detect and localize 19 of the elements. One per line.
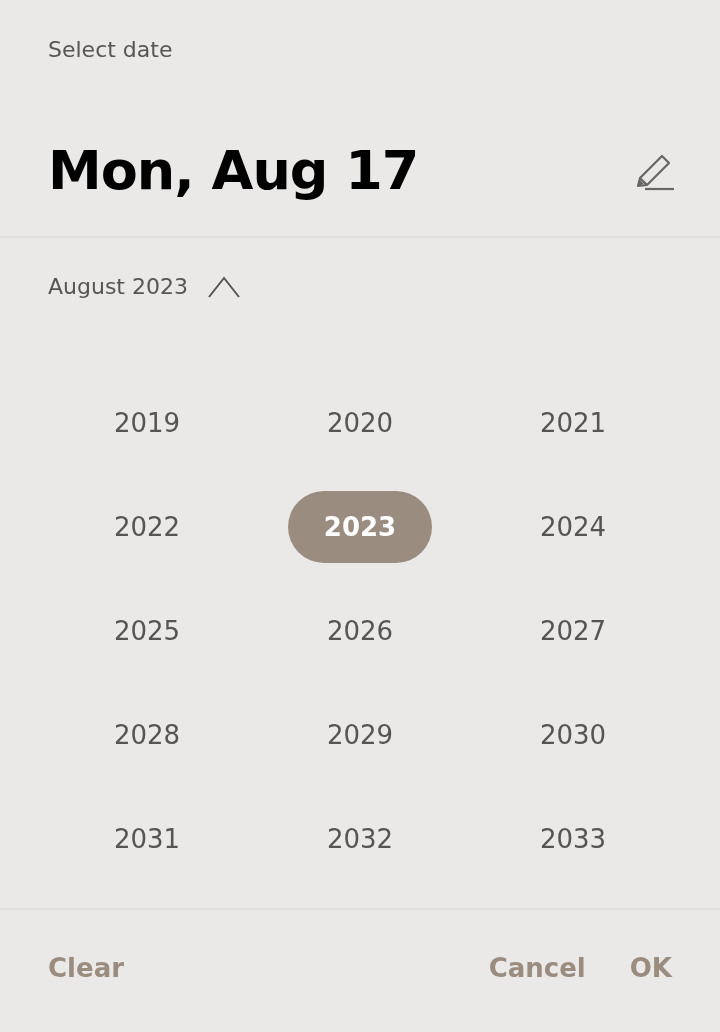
year-option[interactable]: 2032: [288, 803, 432, 875]
year-option[interactable]: 2021: [501, 387, 645, 459]
year-option[interactable]: 2028: [75, 699, 219, 771]
selected-date: Mon, Aug 17: [48, 138, 419, 204]
year-option[interactable]: 2020: [288, 387, 432, 459]
year-option[interactable]: 2023: [288, 491, 432, 563]
year-option[interactable]: 2031: [75, 803, 219, 875]
year-option[interactable]: 2033: [501, 803, 645, 875]
year-option[interactable]: 2026: [288, 595, 432, 667]
dialog-label: Select date: [48, 36, 174, 64]
year-option[interactable]: 2029: [288, 699, 432, 771]
year-option[interactable]: 2019: [75, 387, 219, 459]
year-option[interactable]: 2025: [75, 595, 219, 667]
year-option[interactable]: 2027: [501, 595, 645, 667]
month-year-dropdown[interactable]: August 2023: [48, 274, 240, 299]
year-option[interactable]: 2024: [501, 491, 645, 563]
year-option[interactable]: 2022: [75, 491, 219, 563]
caret-icon: [208, 275, 240, 298]
year-option[interactable]: 2030: [501, 699, 645, 771]
